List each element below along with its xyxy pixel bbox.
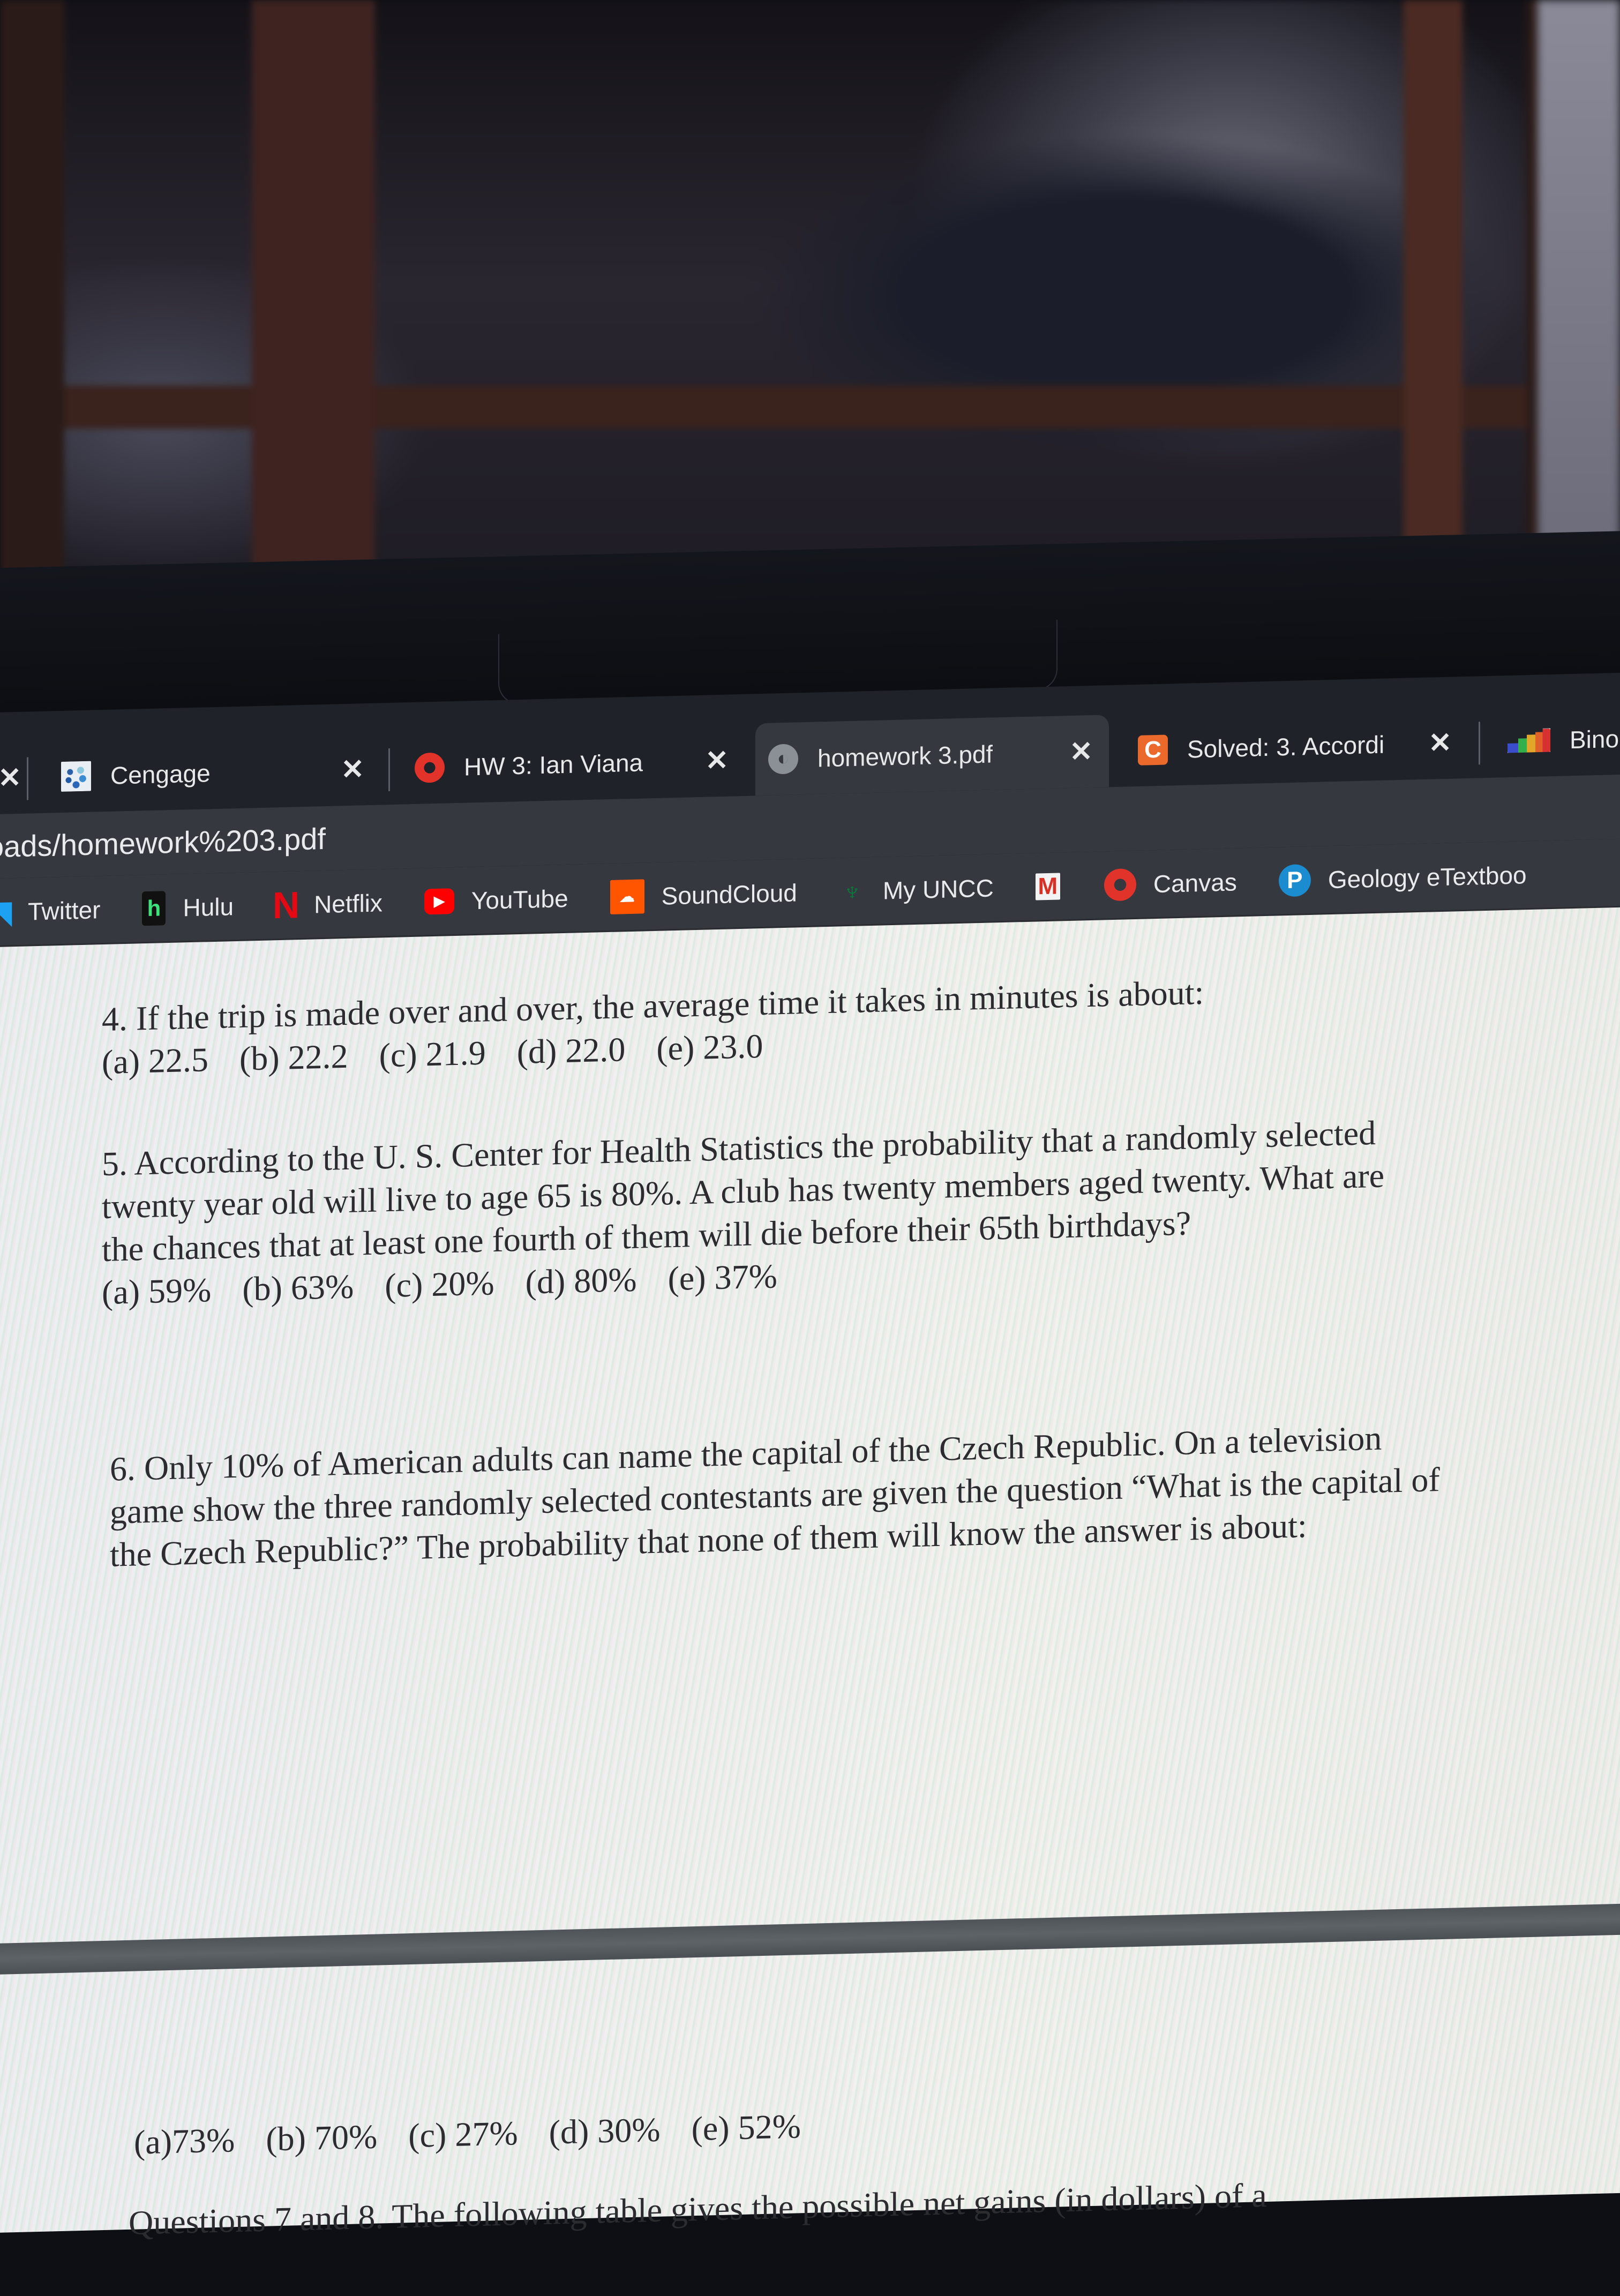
bookmark-label: My UNCC xyxy=(882,873,994,904)
bookmark-netflix[interactable]: N Netflix xyxy=(272,883,382,926)
close-icon[interactable]: ✕ xyxy=(0,761,21,794)
choice: (b) 22.2 xyxy=(239,1037,348,1078)
bookmark-label: Netflix xyxy=(314,888,382,918)
globe-favicon-icon: ◐ xyxy=(768,743,798,775)
bookmark-canvas[interactable]: Canvas xyxy=(1104,866,1237,901)
answer-choices: (a)73% (b) 70% (c) 27% (d) 30% (e) 52% xyxy=(134,2104,823,2164)
tab-label: homework 3.pdf xyxy=(818,739,993,772)
choice: (c) 21.9 xyxy=(379,1033,486,1075)
netflix-icon: N xyxy=(272,883,300,926)
tab-label: HW 3: Ian Viana xyxy=(464,748,643,781)
binomial-chart-favicon-icon xyxy=(1508,729,1550,753)
tab-chegg-solved[interactable]: C Solved: 3. Accordi ✕ xyxy=(1125,706,1468,787)
tab-label: Solved: 3. Accordi xyxy=(1187,730,1385,763)
close-icon[interactable]: ✕ xyxy=(1428,726,1452,759)
bookmark-hulu[interactable]: h Hulu xyxy=(142,889,234,926)
room-wall xyxy=(1538,0,1620,562)
tab-separator xyxy=(388,748,390,792)
tab-hw3-canvas[interactable]: HW 3: Ian Viana ✕ xyxy=(402,724,745,805)
tab-separator xyxy=(1479,722,1480,765)
url-text[interactable]: oads/homework%203.pdf xyxy=(0,821,326,864)
hulu-icon: h xyxy=(142,890,166,926)
bookmark-geology-etextbook[interactable]: P Geology eTextboo xyxy=(1278,859,1527,897)
cengage-favicon-icon xyxy=(61,761,91,792)
pdf-viewer-page: 4. If the trip is made over and over, th… xyxy=(0,907,1620,2242)
choice: (b) 70% xyxy=(266,2117,378,2158)
tab-label: Bino xyxy=(1570,724,1619,754)
bookmark-label: YouTube xyxy=(471,884,568,914)
choice: (d) 80% xyxy=(525,1260,637,1301)
close-icon[interactable]: ✕ xyxy=(1069,735,1093,768)
twitter-icon: ◥ xyxy=(0,894,12,929)
bookmark-twitter[interactable]: ◥ Twitter xyxy=(0,894,101,929)
choice: (e) 37% xyxy=(668,1257,777,1298)
gmail-icon: M xyxy=(1035,872,1060,901)
bookmark-my-uncc[interactable]: ♆ My UNCC xyxy=(839,873,994,906)
choice: (e) 52% xyxy=(691,2107,801,2148)
bookmark-label: Geology eTextboo xyxy=(1328,860,1527,894)
youtube-icon: ▶ xyxy=(424,888,454,914)
tab-binomial[interactable]: Bino xyxy=(1495,702,1620,778)
question-4: 4. If the trip is made over and over, th… xyxy=(102,971,1204,1084)
bookmark-soundcloud[interactable]: ☁ SoundCloud xyxy=(610,875,797,914)
choice: (c) 20% xyxy=(385,1264,494,1305)
chegg-favicon-icon: C xyxy=(1138,734,1168,766)
uncc-icon: ♆ xyxy=(842,875,862,906)
close-icon[interactable]: ✕ xyxy=(341,753,364,786)
choice: (e) 23.0 xyxy=(656,1026,763,1068)
tab-separator xyxy=(27,757,28,800)
pdf-page-2: (a)73% (b) 70% (c) 27% (d) 30% (e) 52% Q… xyxy=(0,1934,1620,2296)
canvas-favicon-icon xyxy=(415,752,445,783)
choice: (a) 22.5 xyxy=(102,1040,209,1082)
choice: (d) 22.0 xyxy=(516,1030,626,1071)
question-6-choices: (a)73% (b) 70% (c) 27% (d) 30% (e) 52% xyxy=(134,2104,823,2164)
bookmark-gmail[interactable]: M xyxy=(1035,872,1077,901)
bookmark-youtube[interactable]: ▶ YouTube xyxy=(424,883,568,916)
bookmark-label: Hulu xyxy=(183,892,234,921)
bookmark-label: Twitter xyxy=(28,895,101,925)
laptop-screen: ✕ Cengage ✕ HW 3: Ian Viana ✕ ◐ homework… xyxy=(0,672,1620,2242)
question-5: 5. According to the U. S. Center for Hea… xyxy=(102,1112,1384,1315)
bookmark-label: SoundCloud xyxy=(661,878,797,910)
choice: (b) 63% xyxy=(242,1267,354,1308)
question-text: Questions 7 and 8. The following table g… xyxy=(129,2175,1267,2242)
pearson-icon: P xyxy=(1278,864,1311,897)
choice: (a)73% xyxy=(134,2121,235,2162)
bookmark-label: Canvas xyxy=(1153,867,1237,898)
soundcloud-icon: ☁ xyxy=(610,879,644,914)
tab-partial[interactable]: ✕ xyxy=(0,741,43,814)
question-6: 6. Only 10% of American adults can name … xyxy=(110,1415,1440,1577)
tab-homework-pdf[interactable]: ◐ homework 3.pdf ✕ xyxy=(755,715,1109,796)
tab-label: Cengage xyxy=(110,759,211,790)
choice: (d) 30% xyxy=(549,2110,661,2151)
choice: (c) 27% xyxy=(408,2114,518,2155)
tab-cengage[interactable]: Cengage ✕ xyxy=(48,732,380,813)
canvas-icon xyxy=(1104,868,1136,901)
questions-7-8-intro: Questions 7 and 8. The following table g… xyxy=(129,2174,1267,2245)
close-icon[interactable]: ✕ xyxy=(705,744,729,777)
choice: (a) 59% xyxy=(102,1271,212,1312)
